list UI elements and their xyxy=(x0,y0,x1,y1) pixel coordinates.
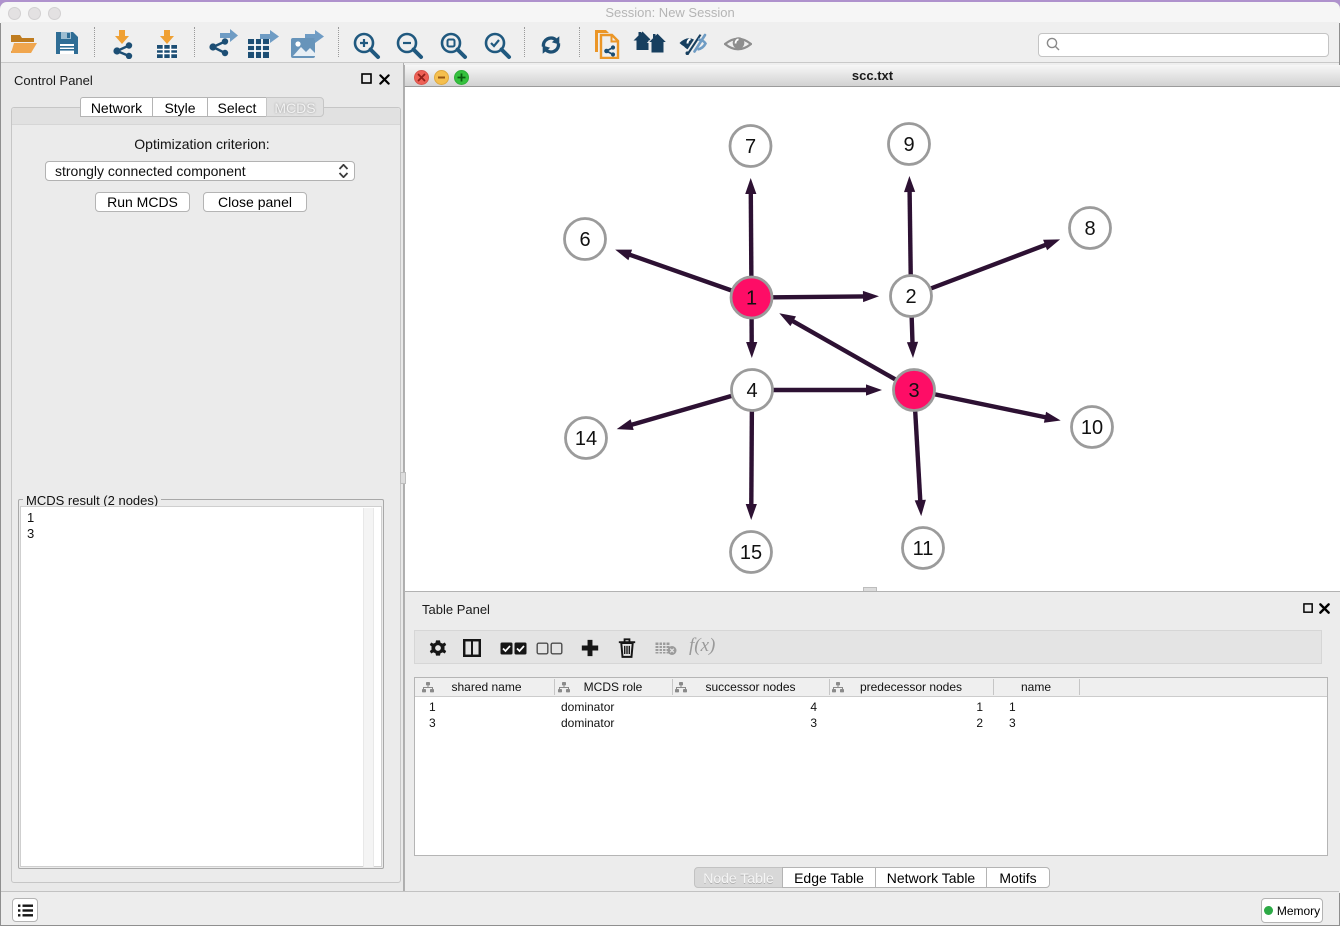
svg-text:14: 14 xyxy=(575,428,597,450)
svg-text:2: 2 xyxy=(905,286,916,308)
svg-text:8: 8 xyxy=(1084,218,1095,240)
svg-text:1: 1 xyxy=(746,288,757,310)
svg-text:15: 15 xyxy=(740,542,762,564)
svg-text:7: 7 xyxy=(745,136,756,158)
svg-text:3: 3 xyxy=(908,380,919,402)
svg-text:10: 10 xyxy=(1081,417,1103,439)
svg-text:6: 6 xyxy=(579,229,590,251)
svg-text:9: 9 xyxy=(903,134,914,156)
svg-text:4: 4 xyxy=(746,380,757,402)
svg-text:11: 11 xyxy=(913,538,934,560)
